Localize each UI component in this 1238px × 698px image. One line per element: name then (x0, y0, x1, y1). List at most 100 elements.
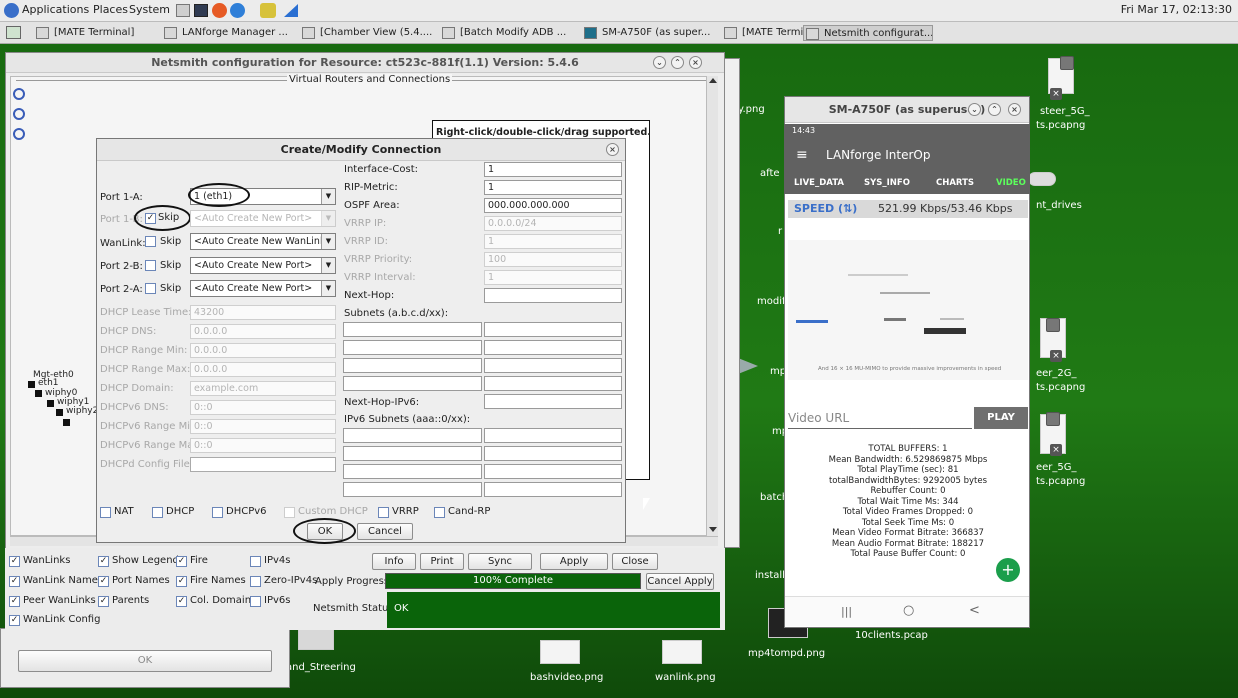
ospf-area-field[interactable]: 000.000.000.000 (484, 198, 622, 213)
ipv6-subnet-field[interactable] (343, 464, 482, 479)
tree-node-eth1[interactable]: eth1 (38, 378, 59, 388)
dialog-close-icon[interactable]: × (606, 143, 619, 156)
zoom-reset-icon[interactable] (13, 128, 25, 140)
tab-video[interactable]: VIDEO (996, 172, 1026, 194)
task-batch-modify[interactable]: [Batch Modify ADB ... (440, 25, 578, 41)
play-button[interactable]: PLAY (974, 407, 1028, 429)
desktop-icon-mp4tompd[interactable]: mp4tompd.png (748, 648, 825, 659)
desktop-icon-wanlink[interactable]: wanlink.png (655, 672, 716, 683)
fab-add-button[interactable]: + (996, 558, 1020, 582)
zoom-in-icon[interactable] (13, 88, 25, 100)
subnet-field[interactable] (343, 340, 482, 355)
dhcpd-config-field[interactable] (190, 457, 336, 472)
cancel-apply-button[interactable]: Cancel Apply (646, 573, 714, 590)
checkbox-peer-wanlinks[interactable]: ✓ (9, 596, 20, 607)
menu-system[interactable]: System (129, 3, 170, 16)
dhcpv6-dns-field[interactable]: 0::0 (190, 400, 336, 415)
netsmith-titlebar[interactable]: Netsmith configuration for Resource: ct5… (6, 53, 724, 73)
recent-apps-icon[interactable]: ||| (841, 605, 852, 618)
dhcpv6-checkbox[interactable] (212, 507, 223, 518)
phone-titlebar[interactable]: SM-A750F (as superuser) ⌄ ⌃ × (785, 97, 1029, 123)
wanlink-select[interactable]: <Auto Create New WanLink> ▼ (190, 233, 336, 250)
tab-charts[interactable]: CHARTS (936, 172, 974, 194)
firefox-launcher-icon[interactable] (212, 3, 227, 18)
task-mate-terminal-1[interactable]: [MATE Terminal] (34, 25, 154, 41)
wanlink-skip-checkbox[interactable] (145, 236, 156, 247)
checkbox-parents[interactable]: ✓ (98, 596, 109, 607)
vertical-scrollbar[interactable] (706, 76, 718, 536)
desktop-icon-drives-label[interactable]: nt_drives (1036, 200, 1082, 211)
subnet-field[interactable] (484, 322, 622, 337)
tab-live-data[interactable]: LIVE_DATA (794, 172, 844, 194)
vrrp-id-field[interactable]: 1 (484, 234, 622, 249)
menu-applications[interactable]: Applications (22, 3, 89, 16)
dhcp-range-min-field[interactable]: 0.0.0.0 (190, 343, 336, 358)
checkbox-wanlink-config[interactable]: ✓ (9, 615, 20, 626)
desktop-icon-bashvideo[interactable]: bashvideo.png (530, 672, 603, 683)
ipv6-subnet-field[interactable] (343, 428, 482, 443)
desktop-icon-modif[interactable]: modif (757, 296, 786, 307)
checkbox-col-domains[interactable]: ✓ (176, 596, 187, 607)
subnet-field[interactable] (343, 376, 482, 391)
maximize-icon[interactable]: ⌃ (988, 103, 1001, 116)
gimp-launcher-icon[interactable] (260, 3, 276, 18)
minimize-icon[interactable]: ⌄ (968, 103, 981, 116)
port1b-select[interactable]: <Auto Create New Port> ▼ (190, 210, 336, 227)
info-button[interactable]: Info (372, 553, 416, 570)
back-icon[interactable]: < (969, 603, 980, 618)
video-url-input[interactable]: Video URL (788, 407, 972, 429)
monitor-launcher-icon[interactable] (194, 4, 208, 17)
task-chamber-view[interactable]: [Chamber View (5.4.... (300, 25, 435, 41)
apply-button[interactable]: Apply (540, 553, 608, 570)
next-hop-field[interactable] (484, 288, 622, 303)
show-desktop-icon[interactable] (6, 26, 21, 39)
ipv6-subnet-field[interactable] (343, 446, 482, 461)
vrrp-ip-field[interactable]: 0.0.0.0/24 (484, 216, 622, 231)
zoom-out-icon[interactable] (13, 108, 25, 120)
desktop-icon-steer5g-label-2[interactable]: ts.pcapng (1036, 120, 1085, 131)
checkbox-wanlink-names[interactable]: ✓ (9, 576, 20, 587)
checkbox-port-names[interactable]: ✓ (98, 576, 109, 587)
ipv6-subnet-field[interactable] (484, 464, 622, 479)
vrrp-priority-field[interactable]: 100 (484, 252, 622, 267)
minimize-icon[interactable]: ⌄ (653, 56, 666, 69)
desktop-icon-y-png[interactable]: y.png (738, 104, 765, 115)
close-icon[interactable]: × (1008, 103, 1021, 116)
small-ok-button[interactable]: OK (18, 650, 272, 672)
desktop-thumb-wanlink[interactable] (662, 640, 702, 664)
cand-rp-checkbox[interactable] (434, 507, 445, 518)
terminal-launcher-icon[interactable] (176, 4, 190, 17)
vrrp-interval-field[interactable]: 1 (484, 270, 622, 285)
desktop-icon-and-streering[interactable]: and_Streering (286, 662, 356, 673)
wireshark-launcher-icon[interactable] (284, 4, 298, 17)
subnet-field[interactable] (343, 322, 482, 337)
hamburger-menu-icon[interactable]: ≡ (796, 138, 808, 172)
desktop-icon-steer2g-label-1[interactable]: eer_2G_ (1036, 368, 1077, 379)
checkbox-fire[interactable]: ✓ (176, 556, 187, 567)
ipv6-subnet-field[interactable] (343, 482, 482, 497)
checkbox-wanlinks[interactable]: ✓ (9, 556, 20, 567)
subnet-field[interactable] (343, 358, 482, 373)
dhcp-checkbox[interactable] (152, 507, 163, 518)
next-hop-ipv6-field[interactable] (484, 394, 622, 409)
desktop-icon-steer2g-label-2[interactable]: ts.pcapng (1036, 382, 1085, 393)
subnet-field[interactable] (484, 358, 622, 373)
desktop-icon-r[interactable]: r (778, 226, 782, 237)
tree-node-wiphy2[interactable]: wiphy2 (66, 406, 98, 416)
desktop-icon-10clients[interactable]: 10clients.pcap (855, 630, 928, 641)
print-button[interactable]: Print (420, 553, 464, 570)
interface-cost-field[interactable]: 1 (484, 162, 622, 177)
close-button[interactable]: Close (612, 553, 658, 570)
ipv6-subnet-field[interactable] (484, 428, 622, 443)
checkbox-ipv6s[interactable] (250, 596, 261, 607)
nat-checkbox[interactable] (100, 507, 111, 518)
dhcp-range-max-field[interactable]: 0.0.0.0 (190, 362, 336, 377)
vrrp-checkbox[interactable] (378, 507, 389, 518)
dhcp-lease-field[interactable]: 43200 (190, 305, 336, 320)
custom-dhcp-checkbox[interactable] (284, 507, 295, 518)
desktop-icon-after[interactable]: afte (760, 168, 780, 179)
dialog-cancel-button[interactable]: Cancel (357, 523, 413, 540)
home-icon[interactable]: ○ (903, 603, 914, 618)
dhcpv6-range-min-field[interactable]: 0::0 (190, 419, 336, 434)
task-netsmith[interactable]: Netsmith configurat... (803, 25, 933, 41)
